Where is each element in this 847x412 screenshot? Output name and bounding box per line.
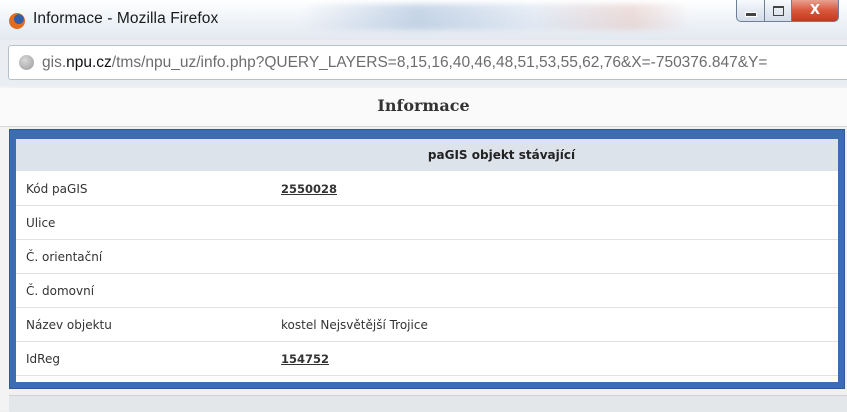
firefox-icon [9,13,25,29]
row-label: IdReg [16,341,281,376]
info-table: paGIS objekt stávající Kód paGIS 2550028… [16,139,838,376]
row-value [281,273,838,308]
row-label: Ulice [16,205,281,240]
row-label: Č. orientační [16,239,281,274]
page-heading-bar: Informace [0,88,847,127]
window-titlebar[interactable]: Informace - Mozilla Firefox X [0,0,847,41]
row-value [281,239,838,274]
url-prefix: gis. [42,54,67,71]
table-row: Č. orientační [16,239,838,274]
url-field[interactable]: gis.npu.cz/tms/npu_uz/info.php?QUERY_LAY… [8,45,847,80]
window-left-edge [0,86,9,411]
close-button[interactable]: X [792,0,839,22]
minimize-button[interactable] [736,0,765,22]
close-icon: X [809,3,821,18]
table-row: Č. domovní [16,273,838,308]
row-label: Název objektu [16,307,281,342]
url-path: /tms/npu_uz/info.php?QUERY_LAYERS=8,15,1… [111,54,768,71]
titlebar-glass-reflection [300,4,690,30]
window-title: Informace - Mozilla Firefox [33,10,219,27]
info-frame: paGIS objekt stávající Kód paGIS 2550028… [9,129,845,389]
row-value: 154752 [281,341,838,376]
row-value [281,205,838,240]
url-text[interactable]: gis.npu.cz/tms/npu_uz/info.php?QUERY_LAY… [42,54,767,72]
table-header: paGIS objekt stávající [16,139,838,172]
row-value: 2550028 [281,171,838,206]
pagis-code-link[interactable]: 2550028 [281,182,337,196]
row-label: Č. domovní [16,273,281,308]
row-label: Kód paGIS [16,171,281,206]
maximize-icon [772,5,784,16]
info-panel: paGIS objekt stávající Kód paGIS 2550028… [16,139,838,382]
row-value: kostel Nejsvětější Trojice [281,307,838,342]
idreg-link[interactable]: 154752 [281,352,329,366]
table-row: Ulice [16,205,838,240]
table-header-row: paGIS objekt stávající [16,139,838,172]
minimize-icon [744,11,757,17]
table-row: Název objektu kostel Nejsvětější Trojice [16,307,838,342]
bottom-strip [9,395,847,412]
url-domain: npu.cz [66,54,112,71]
page-title: Informace [377,96,470,115]
table-row: IdReg 154752 [16,341,838,376]
globe-icon[interactable] [19,55,34,70]
maximize-button[interactable] [765,0,792,22]
address-bar: gis.npu.cz/tms/npu_uz/info.php?QUERY_LAY… [0,40,847,86]
table-row: Kód paGIS 2550028 [16,171,838,206]
window-controls: X [736,0,839,22]
